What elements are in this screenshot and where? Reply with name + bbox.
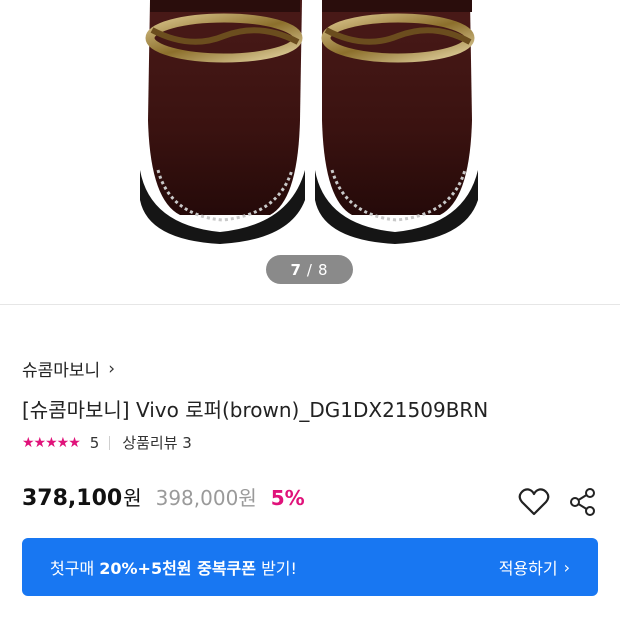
brand-link[interactable]: 슈콤마보니 › bbox=[22, 356, 116, 382]
price-unit: 원 bbox=[123, 486, 142, 510]
review-count-link[interactable]: 상품리뷰 3 bbox=[122, 432, 192, 453]
brand-name: 슈콤마보니 bbox=[22, 361, 101, 381]
section-divider bbox=[0, 304, 620, 305]
heart-icon bbox=[518, 488, 550, 516]
share-button[interactable] bbox=[566, 486, 600, 518]
price-row: 378,100 원 398,000원 5% bbox=[22, 482, 305, 511]
sale-price: 378,100 bbox=[22, 486, 123, 511]
coupon-text-suffix: 받기! bbox=[255, 559, 297, 578]
product-title: [슈콤마보니] Vivo 로퍼(brown)_DG1DX21509BRN bbox=[22, 398, 489, 422]
apply-coupon-label: 적용하기 bbox=[498, 559, 558, 578]
right-shoe bbox=[315, 0, 478, 244]
rating-separator bbox=[109, 435, 111, 450]
rating-row[interactable]: ★★★★★ 5 상품리뷰 3 bbox=[22, 432, 192, 453]
total-pages: 8 bbox=[317, 260, 329, 279]
current-page: 7 bbox=[290, 260, 302, 279]
rating-score: 5 bbox=[89, 433, 100, 452]
image-page-indicator: 7 / 8 bbox=[266, 255, 353, 284]
chevron-right-icon: › bbox=[108, 358, 116, 379]
page-separator: / bbox=[306, 260, 313, 279]
first-purchase-coupon-banner[interactable]: 첫구매 20%+5천원 중복쿠폰 받기! 적용하기 › bbox=[22, 538, 598, 596]
coupon-text-highlight: 20%+5천원 중복쿠폰 bbox=[99, 559, 256, 578]
share-icon bbox=[570, 488, 595, 516]
chevron-right-icon: › bbox=[563, 557, 570, 577]
wishlist-button[interactable] bbox=[517, 486, 551, 518]
apply-coupon-button[interactable]: 적용하기 › bbox=[499, 555, 570, 579]
star-rating-icon: ★★★★★ bbox=[22, 434, 81, 451]
left-shoe bbox=[140, 0, 305, 244]
discount-rate: 5% bbox=[270, 486, 305, 510]
product-image-gallery[interactable]: 7 / 8 bbox=[0, 0, 620, 304]
coupon-text: 첫구매 20%+5천원 중복쿠폰 받기! bbox=[50, 555, 297, 579]
original-price: 398,000원 bbox=[155, 486, 257, 510]
coupon-text-prefix: 첫구매 bbox=[50, 559, 100, 578]
